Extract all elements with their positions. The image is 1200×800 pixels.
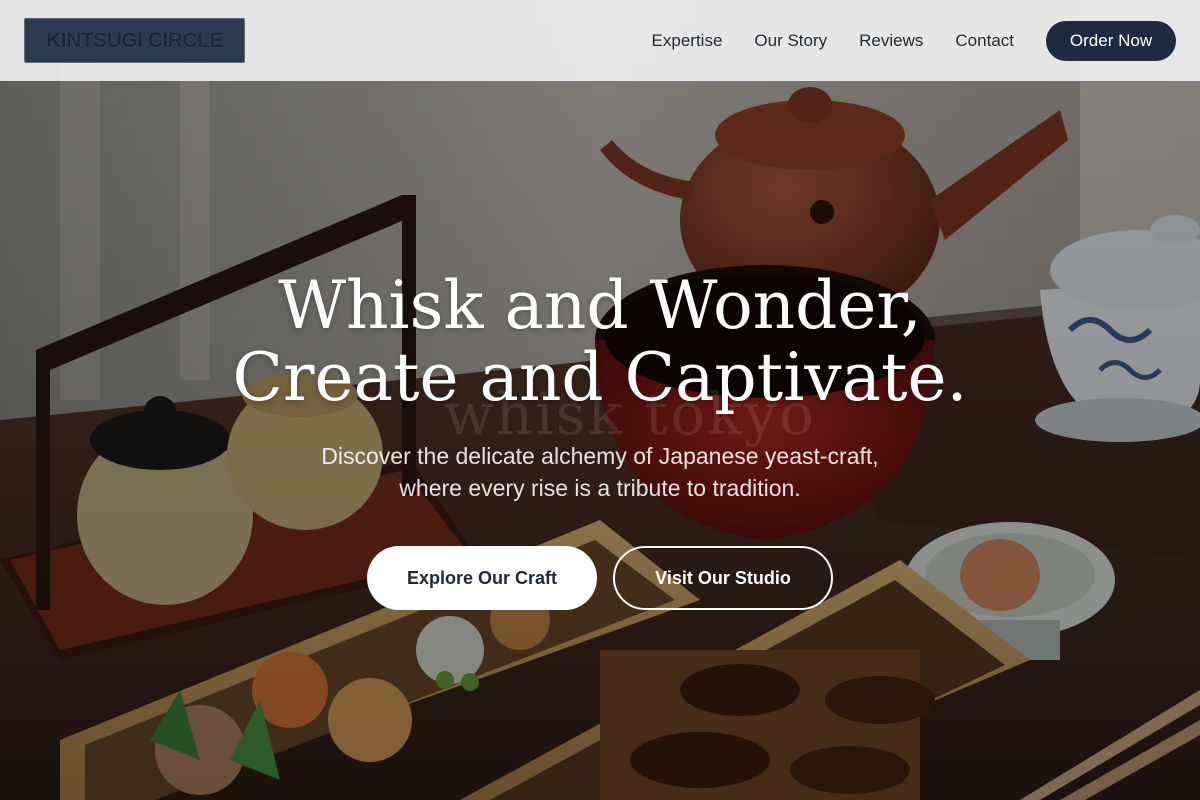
hero-title-line-1: Whisk and Wonder, xyxy=(278,267,922,344)
hero-title-line-2: Create and Captivate. xyxy=(232,339,968,416)
site-header: KINTSUGI CIRCLE Expertise Our Story Revi… xyxy=(0,0,1200,81)
hero-title: Whisk and Wonder, Create and Captivate. xyxy=(0,270,1200,414)
main-nav: Expertise Our Story Reviews Contact Orde… xyxy=(652,20,1176,61)
order-now-button[interactable]: Order Now xyxy=(1046,20,1176,61)
hero-subtitle-line-1: Discover the delicate alchemy of Japanes… xyxy=(321,443,879,469)
explore-craft-button[interactable]: Explore Our Craft xyxy=(367,546,597,610)
nav-link-reviews[interactable]: Reviews xyxy=(859,31,923,51)
visit-studio-button[interactable]: Visit Our Studio xyxy=(613,546,833,610)
hero-subtitle: Discover the delicate alchemy of Japanes… xyxy=(250,440,950,504)
hero-section: Whisk and Wonder, Create and Captivate. … xyxy=(0,270,1200,610)
nav-link-expertise[interactable]: Expertise xyxy=(652,31,723,51)
hero-subtitle-line-2: where every rise is a tribute to traditi… xyxy=(399,475,801,501)
brand-logo[interactable]: KINTSUGI CIRCLE xyxy=(24,18,245,63)
hero-cta-row: Explore Our Craft Visit Our Studio xyxy=(0,546,1200,610)
nav-link-contact[interactable]: Contact xyxy=(955,31,1014,51)
nav-link-our-story[interactable]: Our Story xyxy=(754,31,827,51)
